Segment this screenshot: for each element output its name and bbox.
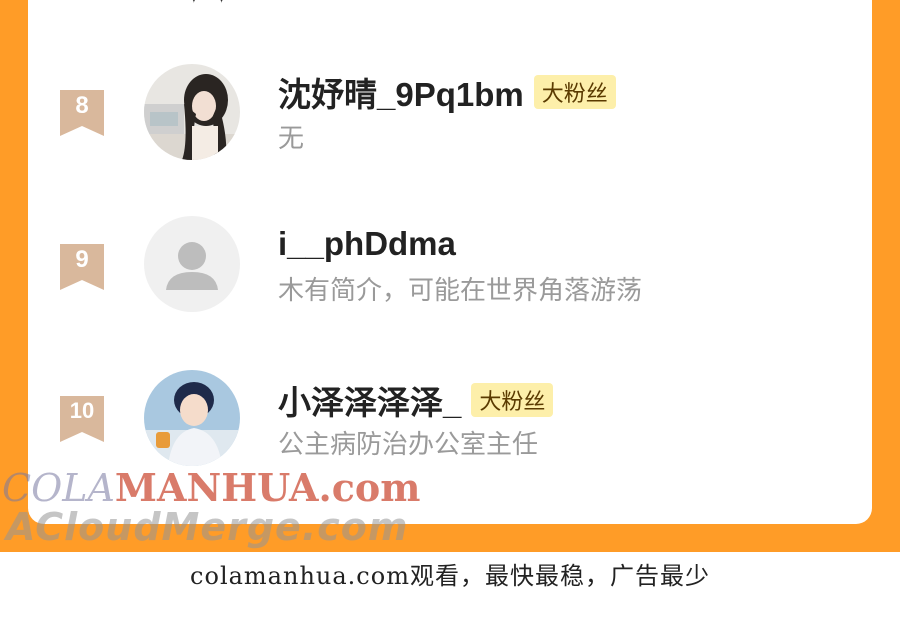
- rank-number: 10: [69, 398, 95, 423]
- fan-level-badge: 大粉丝: [471, 383, 554, 417]
- name-line: i__phDdma: [278, 224, 456, 264]
- watermark-colamanhua: COLAMANHUA.com: [2, 465, 421, 510]
- user-bio: 无: [278, 123, 305, 153]
- avatar[interactable]: [144, 216, 240, 312]
- name-line: 沈妤晴_9Pq1bm 大粉丝: [278, 72, 616, 113]
- avatar[interactable]: [144, 64, 240, 160]
- watermark-acloudmerge: ACloudMerge.com: [6, 505, 409, 549]
- name-line: 小泽泽泽泽_ 大粉丝: [278, 380, 554, 421]
- avatar[interactable]: [144, 370, 240, 466]
- user-bio: 木有简介，可能在世界角落游荡: [278, 275, 643, 305]
- default-user-icon: [166, 242, 218, 290]
- user-name[interactable]: 小泽泽泽泽_: [278, 376, 461, 424]
- rank-ribbon-icon: 8: [60, 90, 104, 136]
- user-name[interactable]: 沈妤晴_9Pq1bm: [278, 68, 524, 116]
- cropped-top-glyph: ✦ ✦: [188, 0, 248, 6]
- footer-caption: colamanhua.com观看，最快最稳，广告最少: [190, 562, 710, 590]
- list-item[interactable]: 9 i__phDdma 木有简介，可能在世界角落游荡: [28, 214, 872, 314]
- rank-number: 8: [75, 92, 89, 119]
- rank-ribbon-icon: 9: [60, 244, 104, 290]
- fan-level-badge: 大粉丝: [533, 75, 616, 109]
- rank-number: 9: [75, 246, 89, 273]
- user-bio: 公主病防治办公室主任: [278, 429, 539, 459]
- fan-ranking-card: ✦ ✦ 8: [28, 0, 872, 524]
- user-name[interactable]: i__phDdma: [278, 225, 456, 263]
- list-item[interactable]: 8 沈妤晴_9Pq1bm 大粉丝 无: [28, 60, 872, 160]
- list-item[interactable]: 10 小泽泽泽泽_ 大粉丝 公主病防治办公室主任: [28, 368, 872, 468]
- rank-ribbon-icon: 10: [60, 396, 104, 442]
